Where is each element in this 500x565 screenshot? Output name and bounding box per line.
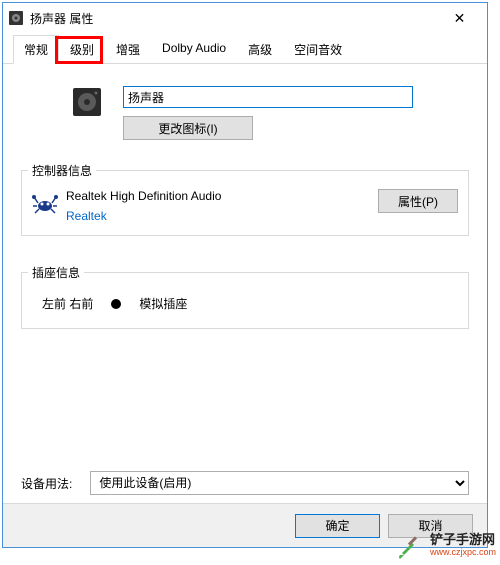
controller-name: Realtek High Definition Audio: [66, 189, 370, 203]
controller-row: Realtek High Definition Audio Realtek 属性…: [32, 189, 458, 223]
device-header-row: 更改图标(I): [21, 76, 469, 150]
usage-row: 设备用法: 使用此设备(启用): [21, 471, 469, 495]
usage-label: 设备用法:: [21, 475, 72, 492]
tab-levels[interactable]: 级别: [59, 35, 105, 64]
change-icon-button[interactable]: 更改图标(I): [123, 116, 253, 140]
jack-group: 插座信息 左前 右前 模拟插座: [21, 264, 469, 329]
controller-properties-button[interactable]: 属性(P): [378, 189, 458, 213]
jack-position: 左前 右前: [42, 295, 93, 312]
usage-select[interactable]: 使用此设备(启用): [90, 471, 469, 495]
controller-group-label: 控制器信息: [28, 162, 96, 179]
device-name-column: 更改图标(I): [123, 86, 469, 140]
controller-vendor-link[interactable]: Realtek: [66, 209, 370, 223]
tab-dolby[interactable]: Dolby Audio: [151, 35, 237, 64]
controller-info: Realtek High Definition Audio Realtek: [66, 189, 370, 223]
tab-spatial[interactable]: 空间音效: [283, 35, 353, 64]
device-name-input[interactable]: [123, 86, 413, 108]
cancel-button[interactable]: 取消: [388, 514, 473, 538]
speaker-icon: [71, 86, 103, 118]
titlebar: 扬声器 属性 ✕: [3, 3, 487, 33]
close-button[interactable]: ✕: [437, 4, 482, 33]
tab-advanced[interactable]: 高级: [237, 35, 283, 64]
tab-enhancements[interactable]: 增强: [105, 35, 151, 64]
jack-color-dot: [111, 299, 121, 309]
tab-general[interactable]: 常规: [13, 35, 59, 64]
general-panel: 更改图标(I) 控制器信息 Realtek High Definition Au…: [3, 64, 487, 341]
jack-type: 模拟插座: [139, 295, 187, 312]
properties-dialog: 扬声器 属性 ✕ 常规 级别 增强 Dolby Audio 高级 空间音效 更改…: [2, 2, 488, 548]
speaker-titlebar-icon: [8, 10, 24, 26]
window-title: 扬声器 属性: [30, 10, 437, 27]
controller-group: 控制器信息 Realtek High Definition Audio Real…: [21, 162, 469, 236]
tab-strip: 常规 级别 增强 Dolby Audio 高级 空间音效: [3, 33, 487, 64]
ok-button[interactable]: 确定: [295, 514, 380, 538]
jack-group-label: 插座信息: [28, 264, 84, 281]
realtek-crab-icon: [32, 191, 58, 217]
dialog-button-bar: 确定 取消: [3, 503, 487, 547]
jack-row: 左前 右前 模拟插座: [32, 291, 458, 316]
